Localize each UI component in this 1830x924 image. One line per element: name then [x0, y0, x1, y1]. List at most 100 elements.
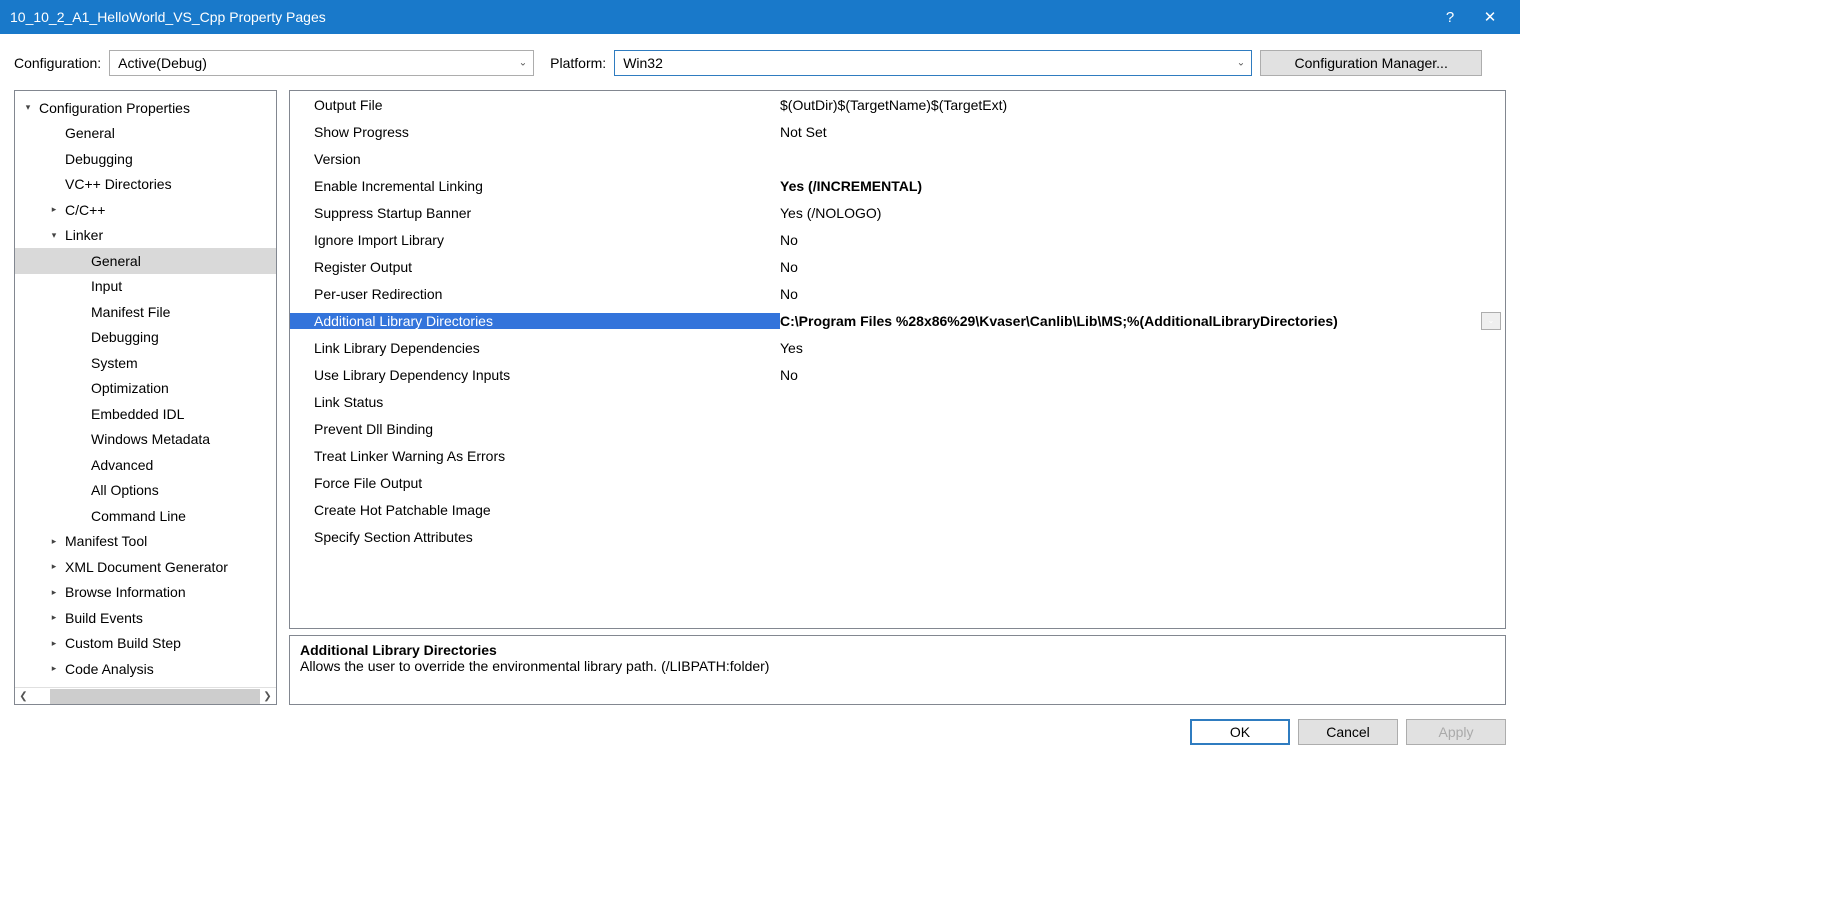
- property-name: Register Output: [290, 259, 780, 275]
- tree-item[interactable]: ▸ Code Analysis: [15, 656, 276, 682]
- expand-icon[interactable]: ▸: [47, 638, 61, 649]
- tree-item-label: All Options: [91, 482, 159, 498]
- tree-item-label: Code Analysis: [65, 661, 154, 677]
- property-value[interactable]: Yes (/INCREMENTAL): [780, 178, 1505, 194]
- property-value[interactable]: Yes: [780, 340, 1505, 356]
- property-row[interactable]: Register OutputNo: [290, 253, 1505, 280]
- property-name: Specify Section Attributes: [290, 529, 780, 545]
- property-name: Link Status: [290, 394, 780, 410]
- property-row[interactable]: Ignore Import LibraryNo: [290, 226, 1505, 253]
- property-row[interactable]: Link Status: [290, 388, 1505, 415]
- close-icon[interactable]: ✕: [1470, 8, 1510, 26]
- tree-item[interactable]: ▸Optimization: [15, 376, 276, 402]
- tree-item[interactable]: ▸C/C++: [15, 197, 276, 223]
- tree-horizontal-scrollbar[interactable]: ❮ ❯: [15, 687, 276, 704]
- property-value[interactable]: No: [780, 232, 1505, 248]
- property-row[interactable]: Use Library Dependency InputsNo: [290, 361, 1505, 388]
- property-row[interactable]: Output File$(OutDir)$(TargetName)$(Targe…: [290, 91, 1505, 118]
- config-label: Configuration:: [14, 55, 101, 71]
- property-value[interactable]: No: [780, 367, 1505, 383]
- tree-item[interactable]: ▸System: [15, 350, 276, 376]
- property-row[interactable]: Version: [290, 145, 1505, 172]
- ok-button[interactable]: OK: [1190, 719, 1290, 745]
- chevron-down-icon: ⌄: [519, 58, 527, 69]
- configuration-manager-button[interactable]: Configuration Manager...: [1260, 50, 1482, 76]
- property-row[interactable]: Link Library DependenciesYes: [290, 334, 1505, 361]
- tree-item-label: Browse Information: [65, 584, 186, 600]
- tree-item[interactable]: ▸Embedded IDL: [15, 401, 276, 427]
- right-panel: Output File$(OutDir)$(TargetName)$(Targe…: [289, 90, 1506, 705]
- property-row[interactable]: Treat Linker Warning As Errors: [290, 442, 1505, 469]
- tree-item-label: System: [91, 355, 138, 371]
- tree-item-label: Optimization: [91, 380, 169, 396]
- property-value[interactable]: C:\Program Files %28x86%29\Kvaser\Canlib…: [780, 313, 1481, 329]
- tree-item-label: Debugging: [91, 329, 159, 345]
- tree-item-label: Debugging: [65, 151, 133, 167]
- tree-item[interactable]: ▸Build Events: [15, 605, 276, 631]
- tree-item[interactable]: ▸ Browse Information: [15, 580, 276, 606]
- cancel-button[interactable]: Cancel: [1298, 719, 1398, 745]
- tree-item-label: Manifest File: [91, 304, 170, 320]
- property-row[interactable]: Show ProgressNot Set: [290, 118, 1505, 145]
- tree-item[interactable]: ▸All Options: [15, 478, 276, 504]
- property-row[interactable]: Create Hot Patchable Image: [290, 496, 1505, 523]
- tree-item[interactable]: ▸Debugging: [15, 325, 276, 351]
- property-name: Enable Incremental Linking: [290, 178, 780, 194]
- help-panel: Additional Library Directories Allows th…: [289, 635, 1506, 705]
- tree-item-label: VC++ Directories: [65, 176, 172, 192]
- tree-item[interactable]: ▾Configuration Properties: [15, 95, 276, 121]
- property-name: Prevent Dll Binding: [290, 421, 780, 437]
- property-name: Per-user Redirection: [290, 286, 780, 302]
- tree-item[interactable]: ▸Advanced: [15, 452, 276, 478]
- chevron-down-icon: ⌄: [1237, 58, 1245, 69]
- tree-body: ▾Configuration Properties▸General▸Debugg…: [15, 91, 276, 687]
- expand-icon[interactable]: ▸: [47, 587, 61, 598]
- help-icon[interactable]: ?: [1430, 9, 1470, 26]
- tree-item[interactable]: ▸Windows Metadata: [15, 427, 276, 453]
- property-row[interactable]: Enable Incremental LinkingYes (/INCREMEN…: [290, 172, 1505, 199]
- collapse-icon[interactable]: ▾: [21, 102, 35, 113]
- expand-icon[interactable]: ▸: [47, 561, 61, 572]
- scroll-right-icon[interactable]: ❯: [259, 688, 276, 704]
- collapse-icon[interactable]: ▾: [47, 230, 61, 241]
- property-value[interactable]: No: [780, 286, 1505, 302]
- tree-item[interactable]: ▸General: [15, 121, 276, 147]
- expand-icon[interactable]: ▸: [47, 536, 61, 547]
- expand-icon[interactable]: ▸: [47, 612, 61, 623]
- property-name: Use Library Dependency Inputs: [290, 367, 780, 383]
- tree-item[interactable]: ▸ XML Document Generator: [15, 554, 276, 580]
- platform-label: Platform:: [550, 55, 606, 71]
- property-dropdown-button[interactable]: ⌄: [1481, 312, 1501, 330]
- property-row[interactable]: Specify Section Attributes: [290, 523, 1505, 550]
- property-name: Treat Linker Warning As Errors: [290, 448, 780, 464]
- scroll-left-icon[interactable]: ❮: [15, 688, 32, 704]
- property-name: Force File Output: [290, 475, 780, 491]
- expand-icon[interactable]: ▸: [47, 663, 61, 674]
- tree-item[interactable]: ▸Debugging: [15, 146, 276, 172]
- tree-item[interactable]: ▸General: [15, 248, 276, 274]
- scrollbar-thumb[interactable]: [50, 689, 260, 704]
- property-row[interactable]: Prevent Dll Binding: [290, 415, 1505, 442]
- property-row[interactable]: Per-user RedirectionNo: [290, 280, 1505, 307]
- property-value[interactable]: No: [780, 259, 1505, 275]
- configuration-dropdown[interactable]: Active(Debug) ⌄: [109, 50, 534, 76]
- property-value[interactable]: Yes (/NOLOGO): [780, 205, 1505, 221]
- expand-icon[interactable]: ▸: [47, 204, 61, 215]
- property-row[interactable]: Force File Output: [290, 469, 1505, 496]
- tree-item-label: Input: [91, 278, 122, 294]
- platform-dropdown[interactable]: Win32 ⌄: [614, 50, 1252, 76]
- tree-item[interactable]: ▸Custom Build Step: [15, 631, 276, 657]
- property-row[interactable]: Additional Library DirectoriesC:\Program…: [290, 307, 1505, 334]
- tree-item[interactable]: ▸Command Line: [15, 503, 276, 529]
- platform-value: Win32: [623, 55, 663, 71]
- property-row[interactable]: Suppress Startup BannerYes (/NOLOGO): [290, 199, 1505, 226]
- tree-item-label: XML Document Generator: [65, 559, 228, 575]
- tree-item[interactable]: ▸Input: [15, 274, 276, 300]
- property-value[interactable]: Not Set: [780, 124, 1505, 140]
- tree-item[interactable]: ▸Manifest Tool: [15, 529, 276, 555]
- tree-item[interactable]: ▸Manifest File: [15, 299, 276, 325]
- tree-item[interactable]: ▾Linker: [15, 223, 276, 249]
- property-grid: Output File$(OutDir)$(TargetName)$(Targe…: [289, 90, 1506, 629]
- property-value[interactable]: $(OutDir)$(TargetName)$(TargetExt): [780, 97, 1505, 113]
- tree-item[interactable]: ▸VC++ Directories: [15, 172, 276, 198]
